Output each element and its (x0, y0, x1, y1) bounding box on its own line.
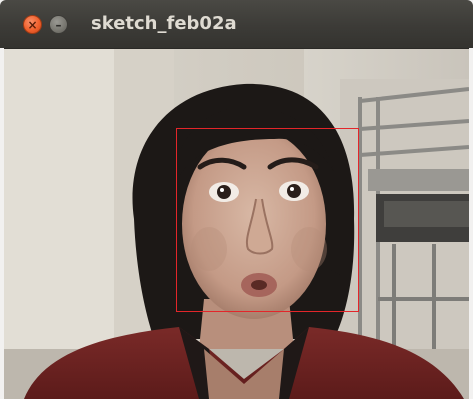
window-title: sketch_feb02a (91, 13, 237, 34)
minimize-button[interactable]: – (49, 15, 68, 34)
close-button[interactable]: × (23, 15, 42, 34)
close-icon: × (27, 17, 38, 32)
face-detection-box (176, 128, 359, 312)
title-bar[interactable]: × – sketch_feb02a (0, 0, 473, 49)
app-window: × – sketch_feb02a (0, 0, 473, 399)
webcam-frame (4, 49, 469, 399)
minimize-icon: – (55, 17, 62, 32)
window-border-right (469, 48, 473, 399)
